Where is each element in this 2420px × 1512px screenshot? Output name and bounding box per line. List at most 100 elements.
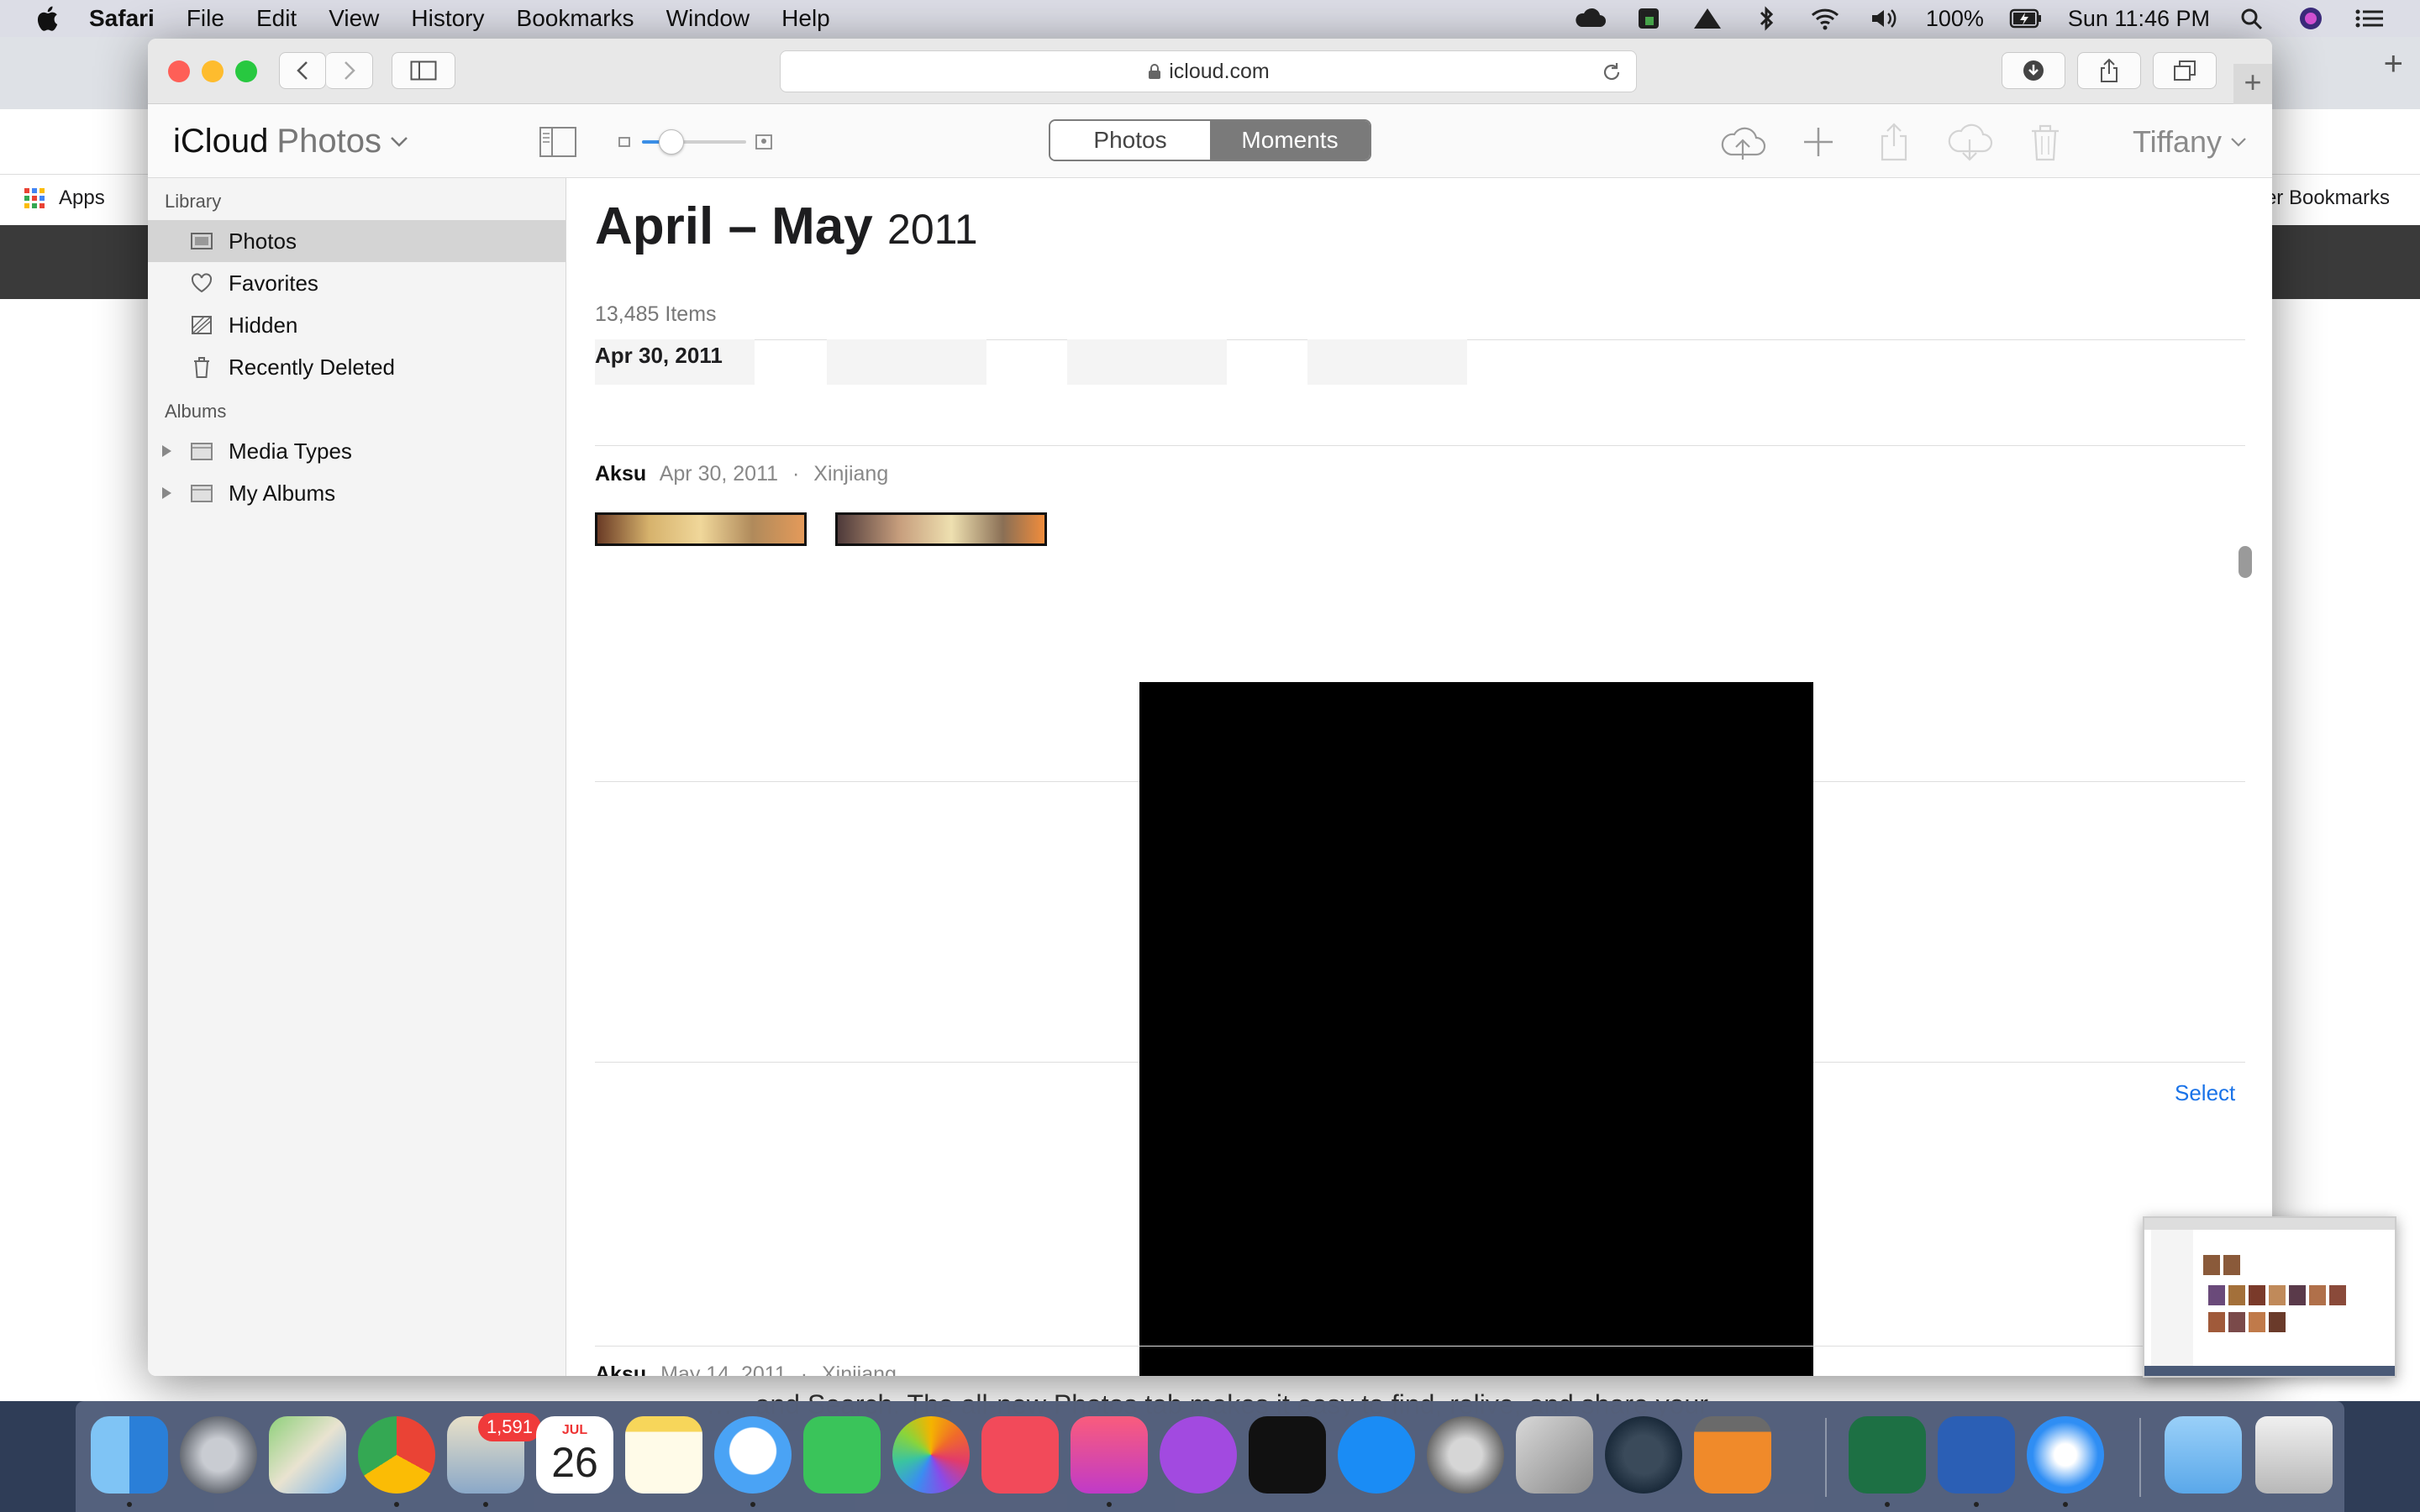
- photo-thumbnail[interactable]: [595, 512, 807, 546]
- app-store-icon[interactable]: [1338, 1416, 1415, 1494]
- account-menu[interactable]: Tiffany: [2133, 124, 2247, 160]
- menu-app-name[interactable]: Safari: [89, 5, 155, 32]
- moment-region[interactable]: Xinjiang: [813, 462, 888, 486]
- photo-thumbnail[interactable]: [827, 339, 986, 385]
- new-tab-button[interactable]: +: [2233, 64, 2272, 104]
- disclosure-triangle-icon[interactable]: [160, 486, 173, 500]
- menu-view[interactable]: View: [329, 5, 379, 32]
- notification-center-icon[interactable]: [2353, 5, 2386, 32]
- new-tab-icon[interactable]: +: [2384, 45, 2403, 83]
- safari-window: icloud.com + iCloud Photos Photos Moment…: [148, 39, 2272, 1376]
- preview-photo: [2249, 1312, 2265, 1332]
- moment-place: Aksu: [595, 462, 647, 486]
- sidebar-item-my-albums[interactable]: My Albums: [148, 472, 566, 514]
- segment-photos[interactable]: Photos: [1050, 121, 1210, 160]
- zoom-window-button[interactable]: [235, 60, 257, 82]
- menu-help[interactable]: Help: [781, 5, 830, 32]
- system-preferences-icon[interactable]: [1427, 1416, 1504, 1494]
- disclosure-triangle-icon[interactable]: [160, 444, 173, 458]
- select-button[interactable]: Select: [2175, 1080, 2235, 1106]
- forward-button[interactable]: [326, 52, 373, 89]
- messages-icon[interactable]: [714, 1416, 792, 1494]
- safari-titlebar: icloud.com +: [148, 39, 2272, 104]
- facetime-icon[interactable]: [803, 1416, 881, 1494]
- safari-icon[interactable]: [2027, 1416, 2104, 1494]
- launchpad-icon[interactable]: [180, 1416, 257, 1494]
- sidebar-item-photos[interactable]: Photos: [148, 220, 566, 262]
- music-icon[interactable]: [1071, 1416, 1148, 1494]
- photo-thumbnail[interactable]: [1307, 339, 1467, 385]
- calendar-icon[interactable]: JUL 26: [536, 1416, 613, 1494]
- menubar-clock[interactable]: Sun 11:46 PM: [2068, 6, 2210, 32]
- volume-icon[interactable]: [1867, 5, 1901, 32]
- other-bookmarks-label[interactable]: er Bookmarks: [2265, 186, 2390, 210]
- add-icon[interactable]: [1795, 121, 1842, 163]
- preview-photo: [2289, 1285, 2306, 1305]
- tab-overview-button[interactable]: [2153, 52, 2217, 89]
- maps-icon[interactable]: [269, 1416, 346, 1494]
- address-bar[interactable]: icloud.com: [780, 50, 1637, 92]
- preview-titlebar: [2144, 1218, 2395, 1230]
- apple-menu-icon[interactable]: [34, 3, 64, 34]
- sidebar-item-hidden[interactable]: Hidden: [148, 304, 566, 346]
- reload-icon[interactable]: [1601, 61, 1623, 83]
- toggle-sidebar-icon[interactable]: [539, 126, 577, 158]
- thumbnail-zoom-slider[interactable]: [615, 128, 780, 156]
- sidebar-item-media-types[interactable]: Media Types: [148, 430, 566, 472]
- running-indicator: [127, 1502, 132, 1507]
- bluetooth-icon[interactable]: [1749, 5, 1783, 32]
- dock: 1,591 JUL 26: [76, 1401, 2344, 1512]
- tabs-icon: [2174, 60, 2196, 81]
- excel-icon[interactable]: [1849, 1416, 1926, 1494]
- notes-icon[interactable]: [625, 1416, 702, 1494]
- word-icon[interactable]: [1938, 1416, 2015, 1494]
- photos-app-icon[interactable]: [892, 1416, 970, 1494]
- blocked-app-icon[interactable]: [1516, 1416, 1593, 1494]
- calculator-icon[interactable]: [1694, 1416, 1771, 1494]
- chrome-icon[interactable]: [358, 1416, 435, 1494]
- lock-status-icon[interactable]: [1632, 5, 1665, 32]
- apps-bookmark[interactable]: Apps: [24, 186, 105, 210]
- siri-icon[interactable]: [2294, 5, 2328, 32]
- menu-history[interactable]: History: [411, 5, 484, 32]
- zoom-slider-track[interactable]: [642, 129, 746, 155]
- sidebar-item-recently-deleted[interactable]: Recently Deleted: [148, 346, 566, 388]
- downloads-button[interactable]: [2002, 52, 2065, 89]
- wifi-icon[interactable]: [1808, 5, 1842, 32]
- photo-thumbnail[interactable]: [1067, 339, 1227, 385]
- preview-photo: [2208, 1285, 2225, 1305]
- downloads-folder-icon[interactable]: [2165, 1416, 2242, 1494]
- screenshot-preview-thumbnail[interactable]: [2143, 1216, 2396, 1378]
- podcasts-icon[interactable]: [1160, 1416, 1237, 1494]
- upload-icon[interactable]: [1719, 121, 1766, 163]
- menu-window[interactable]: Window: [666, 5, 750, 32]
- back-button[interactable]: [279, 52, 326, 89]
- show-sidebar-button[interactable]: [392, 52, 455, 89]
- battery-charging-icon[interactable]: [2009, 5, 2043, 32]
- zoom-slider-knob[interactable]: [659, 129, 684, 155]
- drive-status-icon[interactable]: [1691, 5, 1724, 32]
- icloud-status-icon[interactable]: [1573, 5, 1607, 32]
- preview-dock: [2144, 1366, 2395, 1376]
- trash-icon[interactable]: [2255, 1416, 2333, 1494]
- close-window-button[interactable]: [168, 60, 190, 82]
- moment-region[interactable]: Xinjiang: [822, 1362, 897, 1376]
- menu-edit[interactable]: Edit: [256, 5, 297, 32]
- sidebar-item-favorites[interactable]: Favorites: [148, 262, 566, 304]
- spotlight-search-icon[interactable]: [2235, 5, 2269, 32]
- vertical-scrollbar[interactable]: [2238, 546, 2252, 578]
- segment-moments[interactable]: Moments: [1210, 121, 1370, 160]
- minimize-window-button[interactable]: [202, 60, 224, 82]
- photo-thumbnail[interactable]: [835, 512, 1047, 546]
- apple-tv-icon[interactable]: [1249, 1416, 1326, 1494]
- news-icon[interactable]: [981, 1416, 1059, 1494]
- menu-file[interactable]: File: [187, 5, 224, 32]
- moment-date: Apr 30, 2011: [659, 462, 779, 486]
- quicktime-icon[interactable]: [1605, 1416, 1682, 1494]
- share-button[interactable]: [2077, 52, 2141, 89]
- finder-icon[interactable]: [91, 1416, 168, 1494]
- preview-photo: [2208, 1312, 2225, 1332]
- app-switcher[interactable]: iCloud Photos: [173, 123, 408, 160]
- mail-icon[interactable]: 1,591: [447, 1413, 541, 1494]
- menu-bookmarks[interactable]: Bookmarks: [517, 5, 634, 32]
